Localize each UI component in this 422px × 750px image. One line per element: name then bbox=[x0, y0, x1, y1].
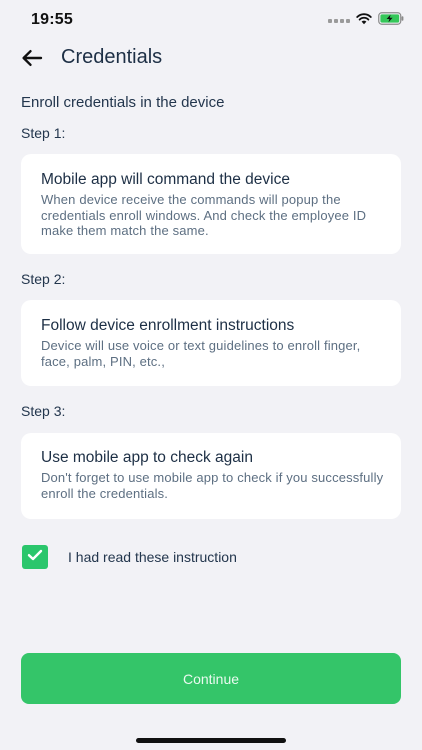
step-2-description: Device will use voice or text guidelines… bbox=[41, 338, 361, 369]
continue-button[interactable]: Continue bbox=[21, 653, 401, 704]
step-3-card: Use mobile app to check again Don't forg… bbox=[21, 433, 401, 519]
step-1-label: Step 1: bbox=[21, 125, 66, 141]
home-indicator bbox=[136, 738, 286, 743]
section-subtitle: Enroll credentials in the device bbox=[21, 94, 225, 111]
page-title: Credentials bbox=[61, 46, 163, 68]
wifi-icon bbox=[356, 12, 372, 30]
agreement-checkbox-row[interactable]: I had read these instruction bbox=[22, 545, 237, 569]
status-icons bbox=[328, 12, 404, 30]
step-1-description: When device receive the commands will po… bbox=[41, 192, 367, 238]
checkmark-icon bbox=[27, 548, 43, 566]
step-1-title: Mobile app will command the device bbox=[41, 171, 290, 188]
step-2-card: Follow device enrollment instructions De… bbox=[21, 300, 401, 386]
agreement-checkbox[interactable] bbox=[22, 545, 48, 569]
step-3-title: Use mobile app to check again bbox=[41, 449, 253, 466]
step-2-title: Follow device enrollment instructions bbox=[41, 317, 295, 334]
step-1-card: Mobile app will command the device When … bbox=[21, 154, 401, 254]
arrow-left-icon bbox=[21, 49, 43, 72]
step-3-description: Don't forget to use mobile app to check … bbox=[41, 470, 384, 501]
back-button[interactable] bbox=[16, 44, 48, 76]
agreement-label: I had read these instruction bbox=[68, 549, 237, 565]
navigation-bar: Credentials bbox=[0, 38, 422, 80]
status-time: 19:55 bbox=[31, 11, 73, 28]
status-bar: 19:55 bbox=[0, 0, 422, 40]
step-3-label: Step 3: bbox=[21, 403, 66, 419]
battery-charging-icon bbox=[378, 12, 404, 30]
step-2-label: Step 2: bbox=[21, 271, 66, 287]
cellular-signal-icon bbox=[328, 19, 350, 23]
